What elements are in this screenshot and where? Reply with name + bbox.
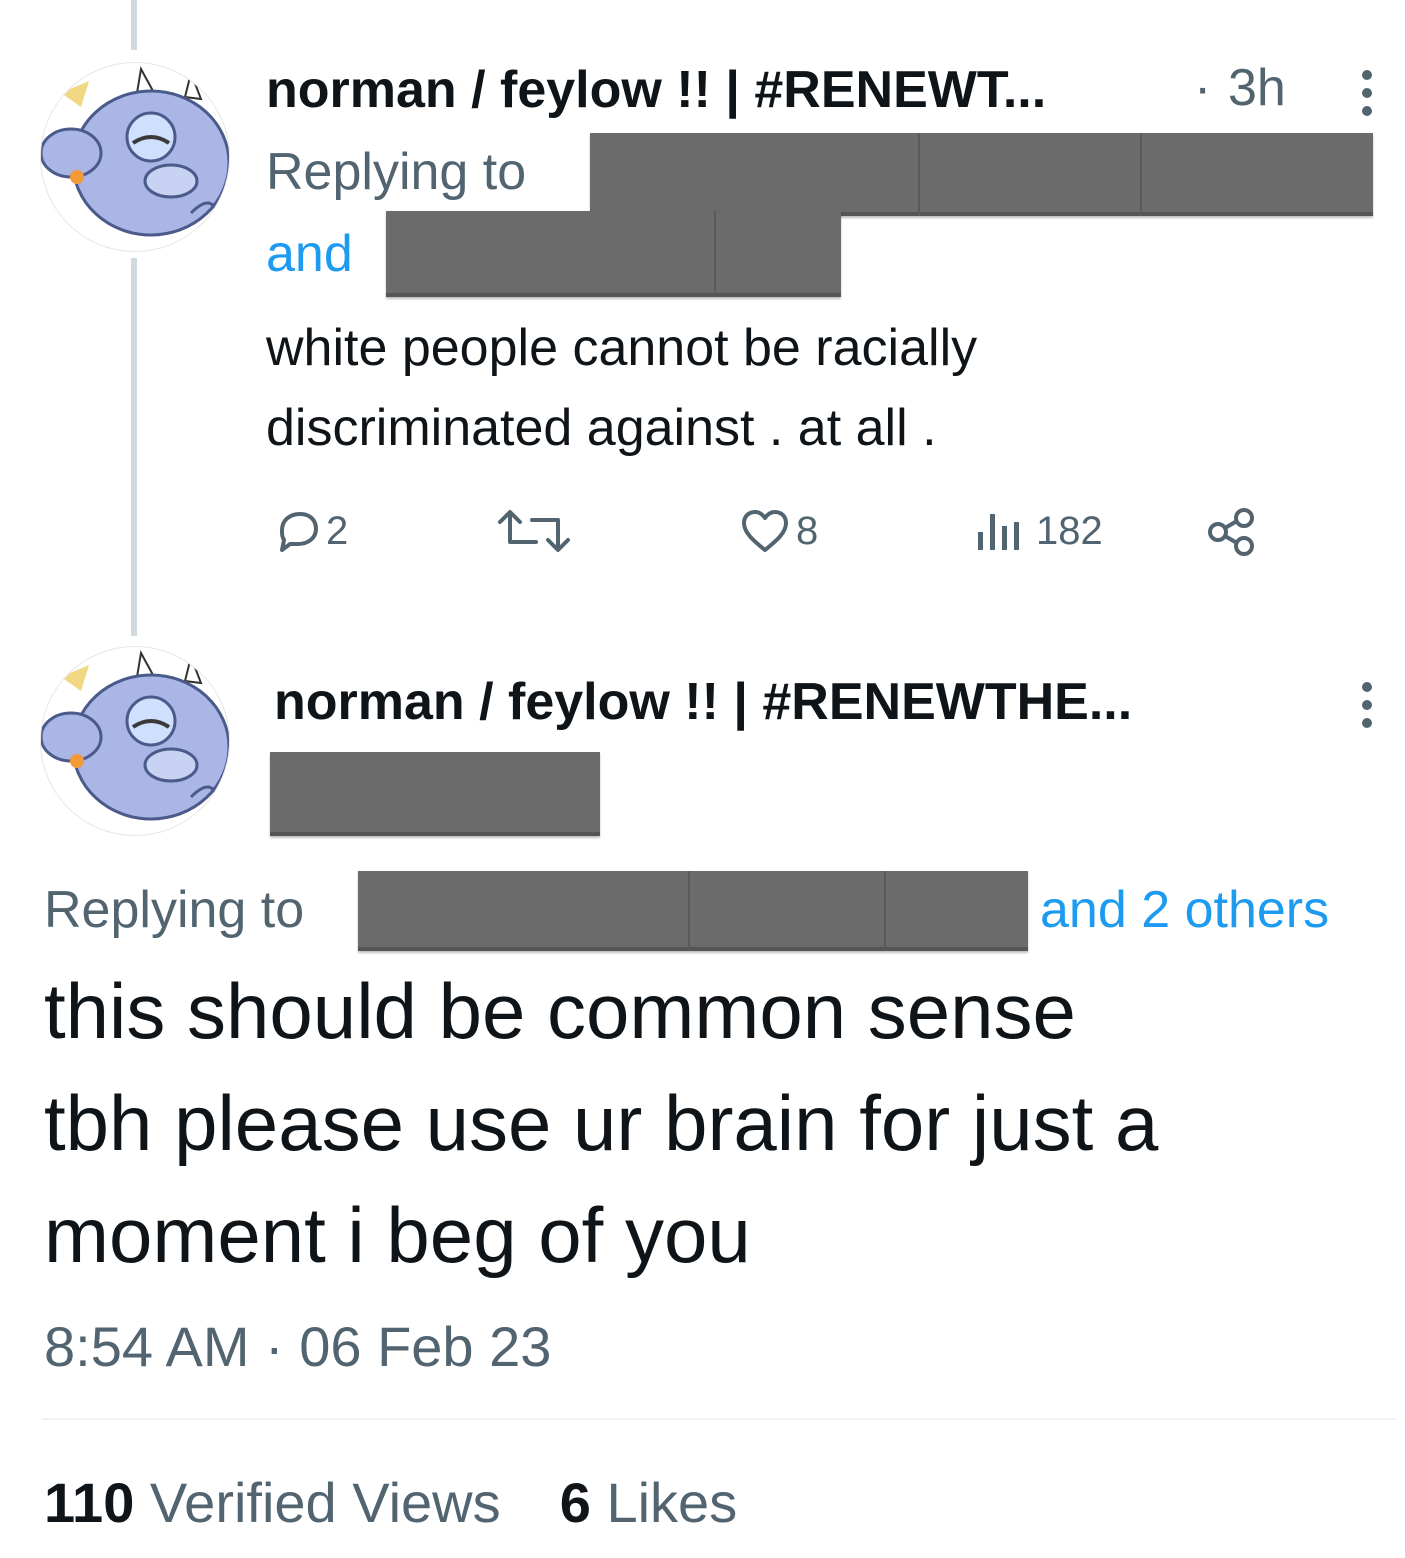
retweet-action[interactable]	[496, 508, 572, 554]
reply-icon	[280, 512, 318, 552]
more-options-icon[interactable]	[1362, 70, 1372, 124]
avatar-character-icon	[41, 65, 229, 237]
main-replying-to-label: Replying to	[44, 881, 305, 939]
redacted-handle-1	[590, 133, 1373, 216]
thread-line-middle	[131, 258, 137, 636]
main-text-line-2: tbh please use ur brain for just a	[44, 1079, 1159, 1167]
avatar-character-icon	[41, 649, 229, 821]
view-count: 182	[1036, 508, 1103, 553]
reply-time[interactable]: 3h	[1228, 58, 1286, 118]
and-others-link[interactable]: and 2 others	[1040, 880, 1329, 940]
like-count: 8	[796, 508, 819, 553]
views-count[interactable]: 110	[44, 1471, 134, 1534]
views-action[interactable]: 182	[974, 508, 1103, 554]
reply-count: 2	[326, 508, 349, 553]
avatar[interactable]	[40, 646, 230, 836]
reply-text-line-1: white people cannot be racially	[266, 319, 978, 377]
replying-to-label: Replying to	[266, 143, 527, 201]
reply-action[interactable]: 2	[274, 508, 348, 554]
main-timestamp[interactable]: 8:54 AM · 06 Feb 23	[44, 1314, 551, 1379]
views-icon	[978, 514, 1019, 550]
thread-line-top	[131, 0, 137, 50]
more-options-icon[interactable]	[1362, 682, 1372, 736]
reply-text-line-2: discriminated against . at all .	[266, 399, 937, 457]
share-action[interactable]	[1206, 506, 1260, 558]
stats-row: 110 Verified Views 6 Likes	[44, 1470, 737, 1535]
likes-count[interactable]: 6	[560, 1471, 591, 1534]
retweet-icon	[498, 510, 570, 552]
avatar[interactable]	[40, 62, 230, 252]
reply-time-separator: ·	[1194, 59, 1212, 117]
likes-label: Likes	[606, 1471, 738, 1534]
main-text-line-3: moment i beg of you	[44, 1191, 751, 1279]
redacted-handles-main	[358, 871, 1028, 951]
divider	[42, 1418, 1397, 1420]
main-author-name[interactable]: norman / feylow !! | #RENEWTHE...	[274, 672, 1132, 732]
and-label: and	[266, 225, 353, 283]
redacted-handle-main	[270, 752, 600, 836]
like-action[interactable]: 8	[740, 508, 818, 554]
redacted-handle-2	[386, 211, 841, 297]
share-icon	[1208, 508, 1254, 556]
views-label: Verified Views	[149, 1471, 501, 1534]
main-text-line-1: this should be common sense	[44, 967, 1076, 1055]
reply-author-name[interactable]: norman / feylow !! | #RENEWT...	[266, 60, 1046, 120]
like-icon	[742, 510, 788, 552]
